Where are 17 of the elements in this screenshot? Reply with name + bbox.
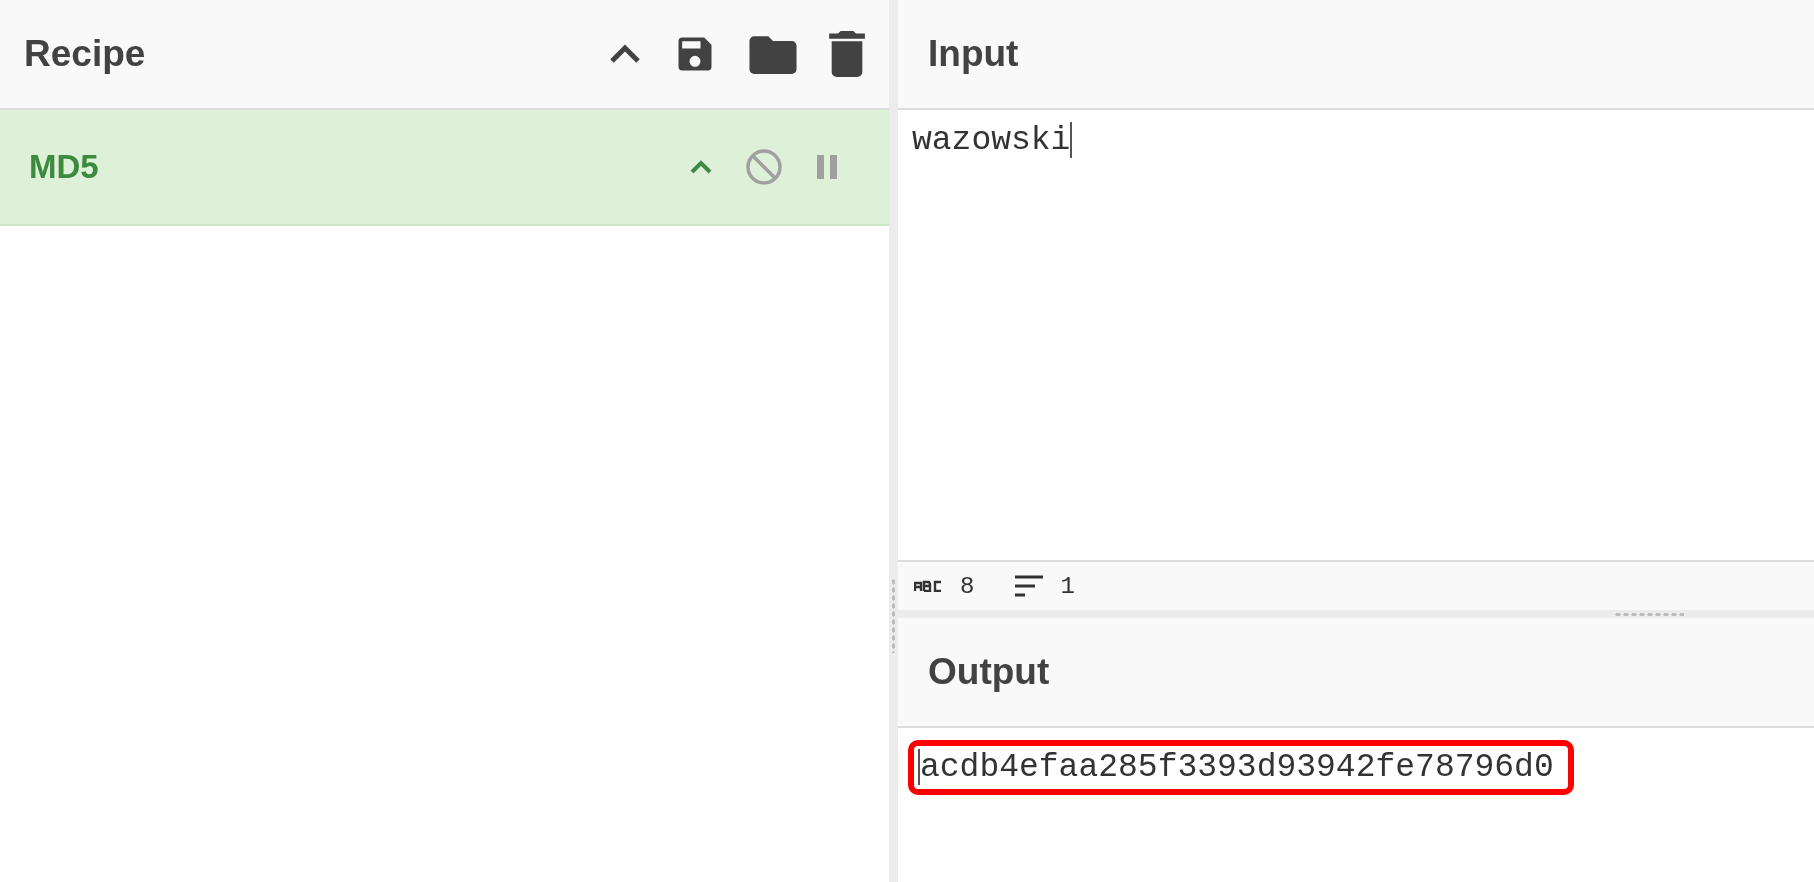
length-count: 8 [960, 572, 975, 600]
output-text: acdb4efaa285f3393d93942fe78796d0 [908, 740, 1574, 795]
disable-button[interactable] [745, 148, 783, 186]
resize-handle[interactable] [1614, 612, 1684, 617]
operation-name: MD5 [29, 148, 100, 186]
line-count: 1 [1060, 572, 1075, 600]
lines-icon [1014, 575, 1045, 597]
text-length-icon [914, 580, 944, 592]
operation-row[interactable]: MD5 [0, 110, 889, 226]
resize-handle[interactable] [891, 578, 896, 653]
panel-title: Output [928, 651, 1051, 693]
delete-button[interactable] [829, 31, 865, 77]
panel-title: Input [928, 33, 1020, 75]
pause-button[interactable] [815, 154, 839, 180]
folder-button[interactable] [749, 34, 797, 74]
collapse-button[interactable] [609, 44, 641, 64]
panel-title: Recipe [24, 33, 147, 75]
